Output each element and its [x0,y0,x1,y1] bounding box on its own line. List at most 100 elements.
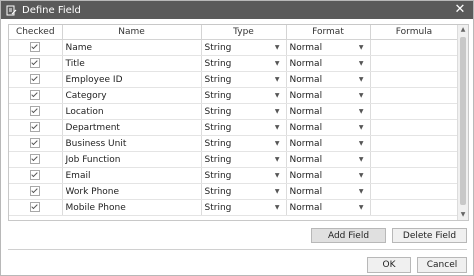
row-checkbox[interactable] [30,154,41,165]
dropdown-arrow-icon[interactable]: ▼ [275,76,280,83]
row-checkbox[interactable] [30,106,41,117]
name-cell[interactable]: Job Function [62,151,202,168]
format-cell[interactable]: Normal ▼ [286,199,371,216]
format-cell[interactable]: Normal ▼ [286,71,371,88]
dropdown-arrow-icon[interactable]: ▼ [359,76,364,83]
checked-cell[interactable] [9,87,63,104]
row-checkbox[interactable] [30,74,41,85]
format-cell[interactable]: Normal ▼ [286,39,371,56]
name-cell[interactable]: Title [62,55,202,72]
name-cell[interactable]: Category [62,87,202,104]
row-checkbox[interactable] [30,138,41,149]
scroll-thumb[interactable] [460,37,466,205]
column-header-formula[interactable]: Formula [370,25,459,40]
cancel-button[interactable]: Cancel [417,257,467,273]
ok-button[interactable]: OK [367,257,411,273]
dropdown-arrow-icon[interactable]: ▼ [359,156,364,163]
checked-cell[interactable] [9,39,63,56]
checked-cell[interactable] [9,167,63,184]
type-cell[interactable]: String ▼ [201,71,287,88]
name-cell[interactable]: Email [62,167,202,184]
type-cell[interactable]: String ▼ [201,119,287,136]
checked-cell[interactable] [9,135,63,152]
dropdown-arrow-icon[interactable]: ▼ [359,92,364,99]
format-select[interactable]: Normal ▼ [287,91,370,101]
dropdown-arrow-icon[interactable]: ▼ [359,140,364,147]
type-cell[interactable]: String ▼ [201,39,287,56]
formula-cell[interactable] [370,183,459,200]
dropdown-arrow-icon[interactable]: ▼ [359,60,364,67]
formula-cell[interactable] [370,39,459,56]
dropdown-arrow-icon[interactable]: ▼ [275,92,280,99]
formula-cell[interactable] [370,167,459,184]
type-cell[interactable]: String ▼ [201,151,287,168]
type-select[interactable]: String ▼ [202,43,286,53]
row-checkbox[interactable] [30,42,41,53]
table-row[interactable]: Email String ▼ Normal ▼ [9,167,459,184]
dropdown-arrow-icon[interactable]: ▼ [275,172,280,179]
row-checkbox[interactable] [30,122,41,133]
row-checkbox[interactable] [30,90,41,101]
table-row[interactable]: Mobile Phone String ▼ Normal ▼ [9,199,459,216]
table-row[interactable]: Department String ▼ Normal ▼ [9,119,459,136]
table-row[interactable]: Category String ▼ Normal ▼ [9,87,459,104]
name-cell[interactable]: Business Unit [62,135,202,152]
formula-cell[interactable] [370,103,459,120]
formula-cell[interactable] [370,199,459,216]
name-cell[interactable]: Mobile Phone [62,199,202,216]
scroll-up-icon[interactable]: ▲ [458,25,468,35]
type-select[interactable]: String ▼ [202,171,286,181]
checked-cell[interactable] [9,151,63,168]
row-checkbox[interactable] [30,58,41,69]
dropdown-arrow-icon[interactable]: ▼ [359,204,364,211]
format-select[interactable]: Normal ▼ [287,155,370,165]
close-icon[interactable]: ✕ [453,2,467,18]
scroll-down-icon[interactable]: ▼ [458,210,468,220]
dropdown-arrow-icon[interactable]: ▼ [275,124,280,131]
delete-field-button[interactable]: Delete Field [392,228,467,243]
type-cell[interactable]: String ▼ [201,135,287,152]
type-select[interactable]: String ▼ [202,139,286,149]
type-select[interactable]: String ▼ [202,123,286,133]
format-select[interactable]: Normal ▼ [287,107,370,117]
table-row[interactable]: Location String ▼ Normal ▼ [9,103,459,120]
type-cell[interactable]: String ▼ [201,87,287,104]
formula-cell[interactable] [370,71,459,88]
checked-cell[interactable] [9,183,63,200]
name-cell[interactable]: Department [62,119,202,136]
checked-cell[interactable] [9,119,63,136]
dropdown-arrow-icon[interactable]: ▼ [359,44,364,51]
checked-cell[interactable] [9,103,63,120]
format-select[interactable]: Normal ▼ [287,171,370,181]
type-cell[interactable]: String ▼ [201,183,287,200]
name-cell[interactable]: Name [62,39,202,56]
column-header-name[interactable]: Name [62,25,202,40]
row-checkbox[interactable] [30,202,41,213]
table-row[interactable]: Title String ▼ Normal ▼ [9,55,459,72]
format-select[interactable]: Normal ▼ [287,43,370,53]
formula-cell[interactable] [370,135,459,152]
format-cell[interactable]: Normal ▼ [286,167,371,184]
type-cell[interactable]: String ▼ [201,167,287,184]
dropdown-arrow-icon[interactable]: ▼ [359,124,364,131]
table-row[interactable]: Job Function String ▼ Normal ▼ [9,151,459,168]
dropdown-arrow-icon[interactable]: ▼ [359,108,364,115]
dropdown-arrow-icon[interactable]: ▼ [275,108,280,115]
dropdown-arrow-icon[interactable]: ▼ [275,188,280,195]
format-select[interactable]: Normal ▼ [287,123,370,133]
formula-cell[interactable] [370,55,459,72]
name-cell[interactable]: Employee ID [62,71,202,88]
row-checkbox[interactable] [30,170,41,181]
format-select[interactable]: Normal ▼ [287,59,370,69]
formula-cell[interactable] [370,87,459,104]
type-select[interactable]: String ▼ [202,155,286,165]
format-select[interactable]: Normal ▼ [287,187,370,197]
column-header-type[interactable]: Type [201,25,287,40]
dropdown-arrow-icon[interactable]: ▼ [275,60,280,67]
add-field-button[interactable]: Add Field [311,228,386,243]
checked-cell[interactable] [9,71,63,88]
column-header-format[interactable]: Format [286,25,371,40]
dropdown-arrow-icon[interactable]: ▼ [359,188,364,195]
type-select[interactable]: String ▼ [202,107,286,117]
dropdown-arrow-icon[interactable]: ▼ [275,204,280,211]
